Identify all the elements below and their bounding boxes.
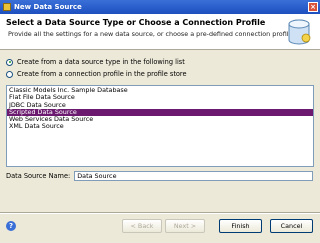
app-icon: [3, 3, 11, 11]
option-data-source-type[interactable]: Create from a data source type in the fo…: [6, 58, 185, 66]
data-source-name-row: Data Source Name:: [6, 171, 314, 181]
radio-button[interactable]: [6, 70, 13, 78]
next-button[interactable]: Next >: [165, 219, 205, 233]
wizard-banner: Select a Data Source Type or Choose a Co…: [0, 14, 320, 50]
footer-divider: [0, 212, 320, 214]
option-label: Create from a data source type in the fo…: [17, 58, 185, 66]
data-source-type-list[interactable]: Classic Models Inc. Sample Database Flat…: [6, 85, 314, 167]
data-source-name-label: Data Source Name:: [6, 172, 71, 180]
help-icon[interactable]: ?: [6, 221, 16, 231]
close-icon[interactable]: ×: [308, 2, 318, 12]
option-label: Create from a connection profile in the …: [17, 70, 187, 78]
page-description: Provide all the settings for a new data …: [8, 30, 293, 38]
radio-button-selected[interactable]: [6, 58, 13, 66]
cancel-button[interactable]: Cancel: [270, 219, 313, 233]
option-connection-profile[interactable]: Create from a connection profile in the …: [6, 70, 187, 78]
database-icon: [288, 19, 311, 45]
window-titlebar: New Data Source ×: [0, 0, 320, 14]
window-title: New Data Source: [14, 3, 82, 11]
finish-button[interactable]: Finish: [219, 219, 262, 233]
back-button[interactable]: < Back: [122, 219, 162, 233]
data-source-name-input[interactable]: [74, 171, 314, 181]
page-title: Select a Data Source Type or Choose a Co…: [6, 18, 266, 27]
list-item[interactable]: XML Data Source: [7, 123, 313, 131]
